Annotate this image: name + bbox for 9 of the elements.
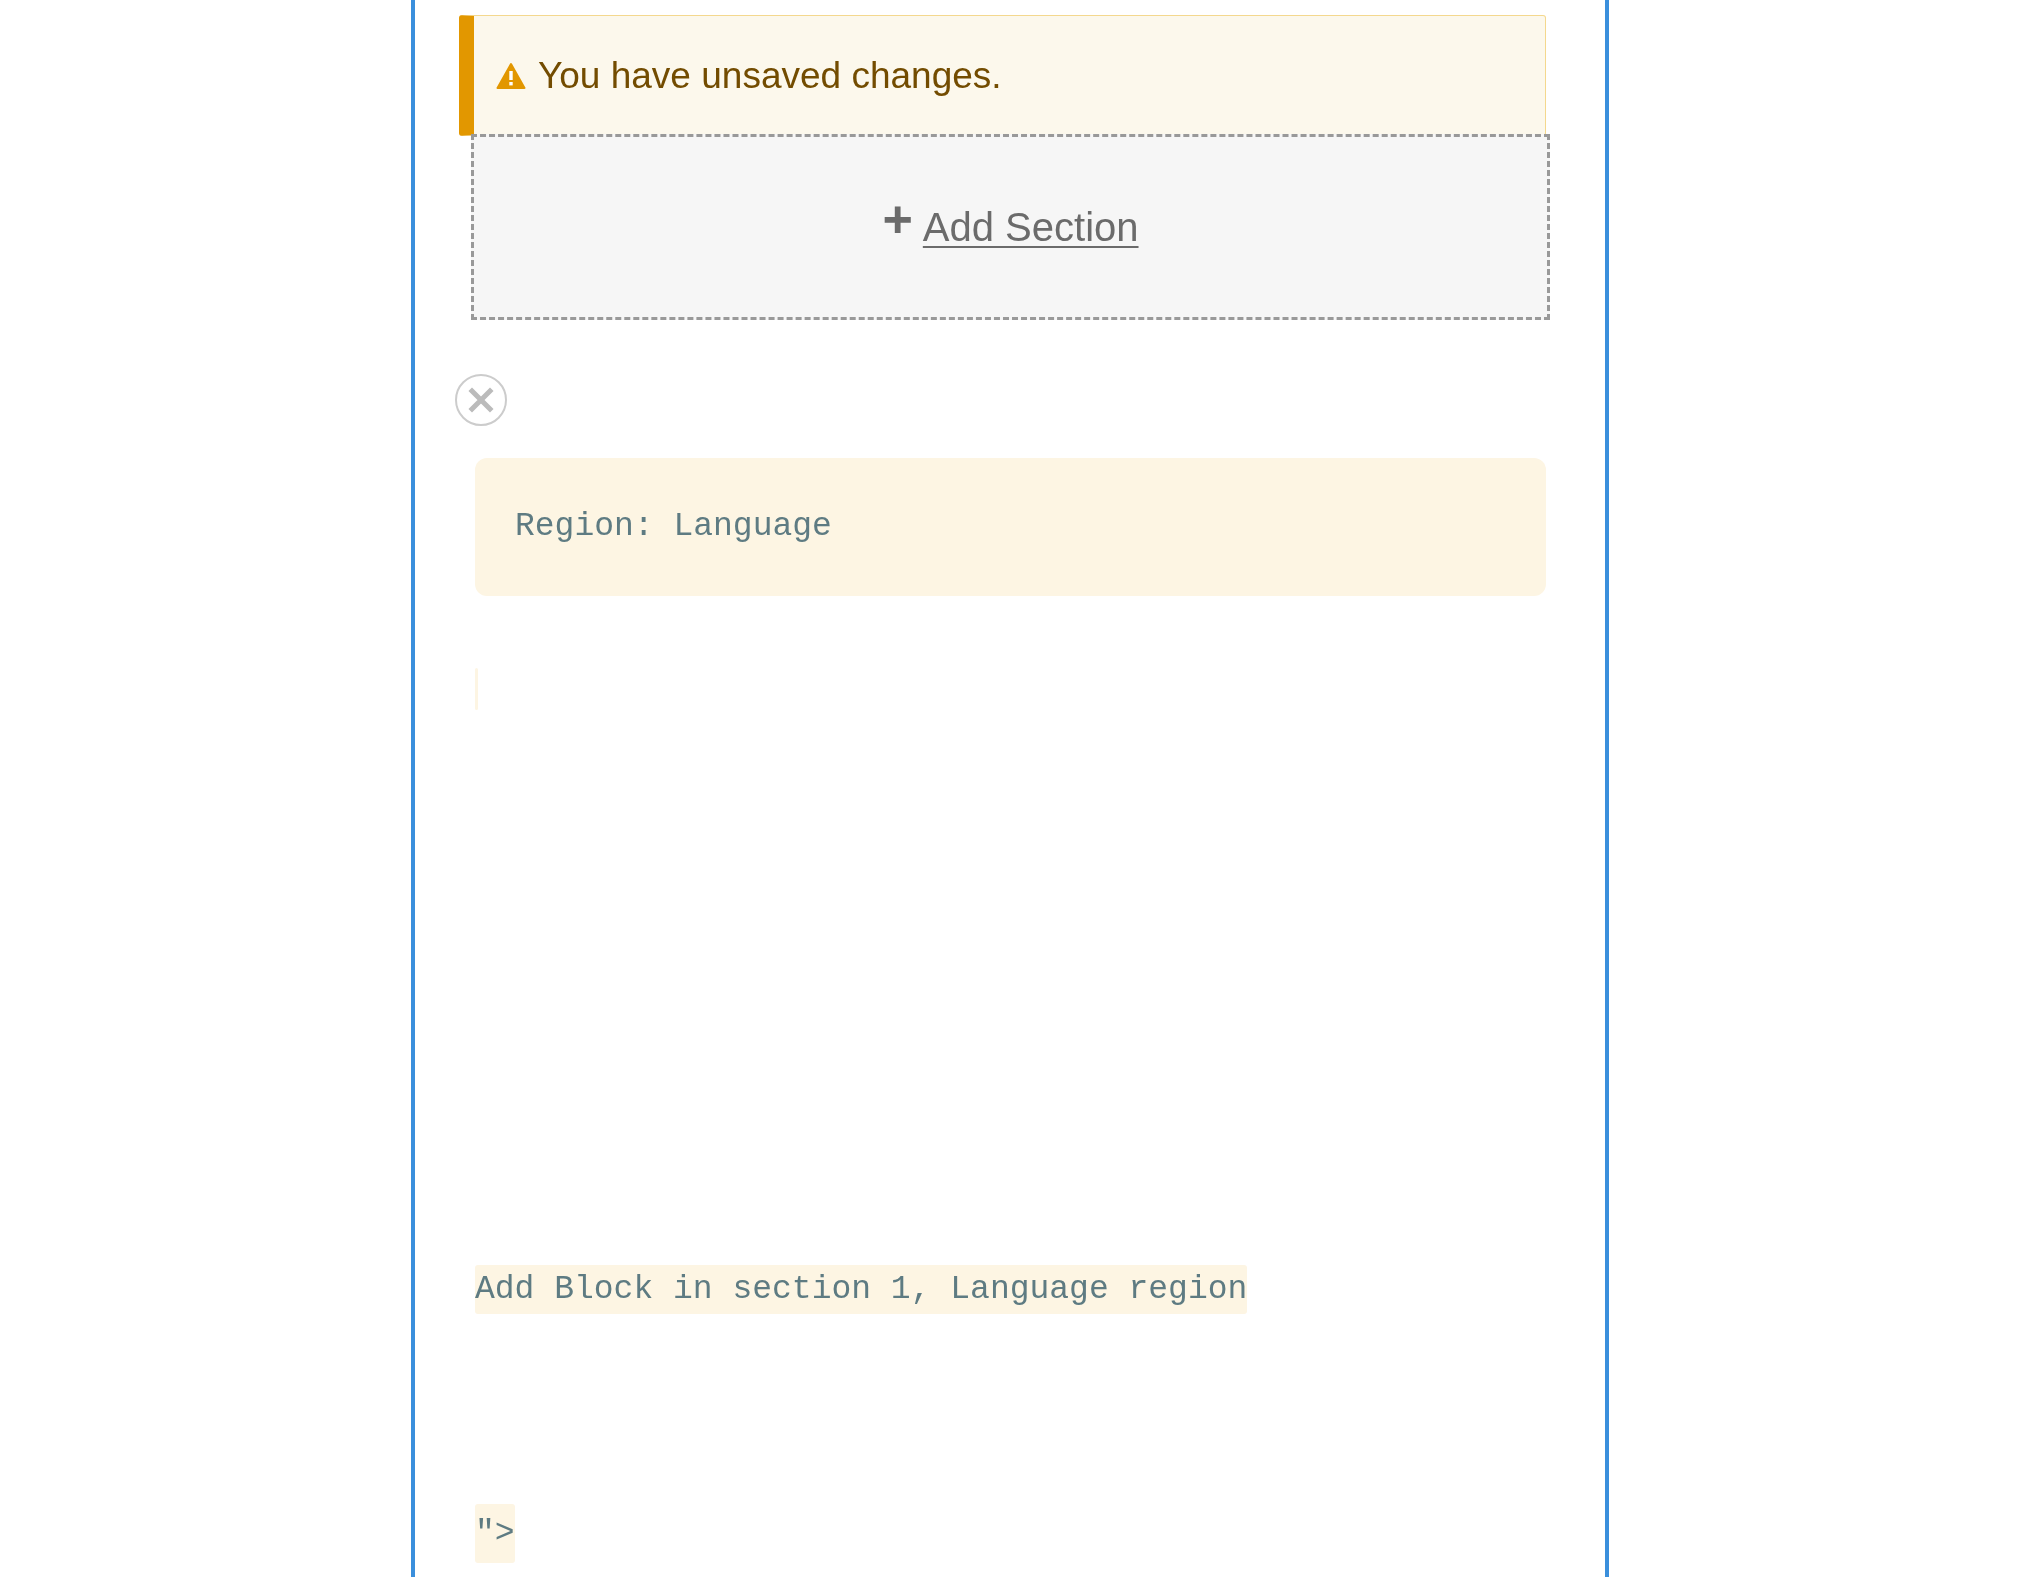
- close-button[interactable]: [455, 374, 507, 426]
- add-section-link[interactable]: Add Section: [922, 197, 1139, 257]
- plus-icon: +: [882, 193, 913, 245]
- region-label: Region: Language: [515, 507, 832, 548]
- add-block-text: Add Block in section 1, Language region: [475, 1265, 1248, 1314]
- warning-text: You have unsaved changes.: [538, 53, 1002, 98]
- close-icon: [468, 387, 494, 413]
- code-fragment: ">: [475, 1504, 515, 1563]
- warning-icon: [496, 61, 526, 90]
